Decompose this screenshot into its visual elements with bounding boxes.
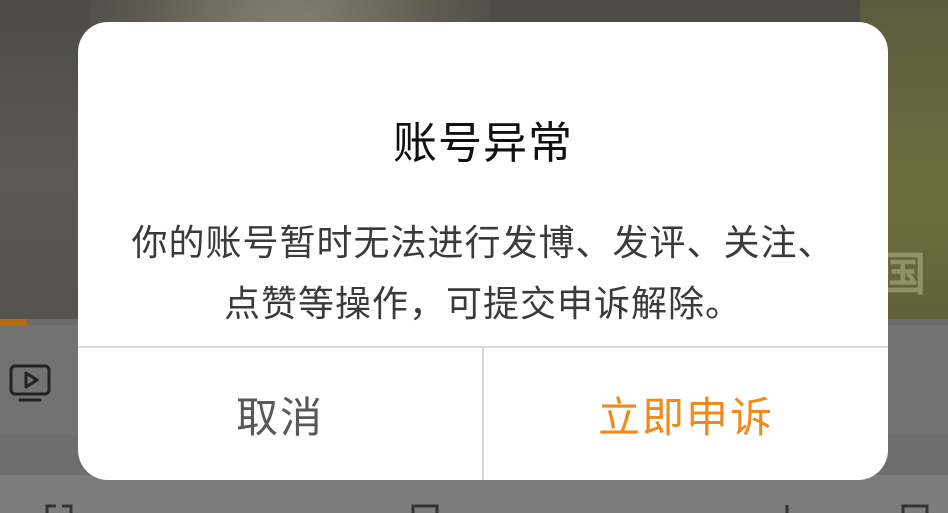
bottom-tab-icon bbox=[901, 504, 929, 513]
app-screen: 国 账号异常 你的账号暂时无法进行发博、发评、关注、点赞等操作，可提交申诉解除。… bbox=[0, 0, 948, 513]
bottom-tab-icon bbox=[45, 504, 73, 513]
appeal-now-button[interactable]: 立即申诉 bbox=[484, 348, 888, 480]
dialog-title: 账号异常 bbox=[393, 118, 573, 169]
tv-icon bbox=[9, 364, 51, 402]
cancel-button[interactable]: 取消 bbox=[78, 348, 482, 480]
bottom-tab-icon bbox=[785, 505, 789, 513]
account-abnormal-dialog: 账号异常 你的账号暂时无法进行发博、发评、关注、点赞等操作，可提交申诉解除。 取… bbox=[78, 22, 888, 480]
dialog-message: 你的账号暂时无法进行发博、发评、关注、点赞等操作，可提交申诉解除。 bbox=[131, 223, 835, 325]
bottom-tab-icon bbox=[411, 504, 439, 513]
bottom-tab-bar bbox=[0, 475, 948, 513]
